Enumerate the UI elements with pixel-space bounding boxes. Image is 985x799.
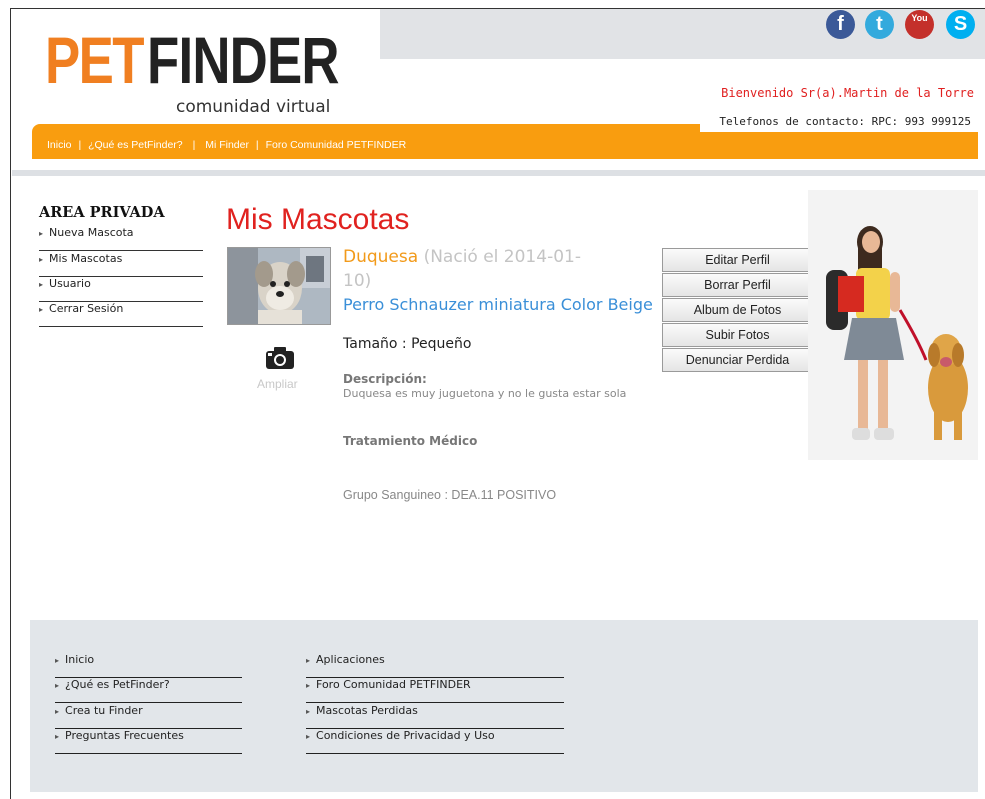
logo-pet-text[interactable]: PET (45, 22, 144, 98)
girl-with-dog-image (808, 190, 978, 464)
footer-link-label: Crea tu Finder (65, 704, 143, 717)
arrow-right-icon: ▸ (55, 656, 60, 665)
arrow-right-icon: ▸ (55, 732, 60, 741)
camera-icon[interactable] (265, 346, 295, 374)
arrow-right-icon: ▸ (39, 280, 44, 289)
skype-icon[interactable]: S (946, 10, 975, 39)
sidebar-item-label: Usuario (49, 277, 91, 290)
nav-separator: | (255, 139, 259, 151)
footer-link-foro[interactable]: ▸ Foro Comunidad PETFINDER (306, 678, 564, 703)
logo-subtitle: comunidad virtual (176, 97, 331, 117)
arrow-right-icon: ▸ (306, 732, 311, 741)
nav-item-inicio[interactable]: Inicio (47, 139, 72, 151)
sidebar-item-label: Cerrar Sesión (49, 302, 124, 315)
delete-profile-button[interactable]: Borrar Perfil (662, 273, 813, 297)
pet-size: Tamaño : Pequeño (343, 336, 472, 352)
header-divider (12, 170, 985, 176)
arrow-right-icon: ▸ (39, 229, 44, 238)
footer-link-label: Foro Comunidad PETFINDER (316, 678, 471, 691)
footer-link-crea-finder[interactable]: ▸ Crea tu Finder (55, 704, 242, 729)
nav-separator: | (192, 139, 196, 151)
nav-item-que-es[interactable]: ¿Qué es PetFinder? (88, 139, 183, 151)
footer-link-aplicaciones[interactable]: ▸ Aplicaciones (306, 653, 564, 678)
pet-birth-date-cont: 10) (343, 271, 372, 291)
pet-breed: Perro Schnauzer miniatura Color Beige (343, 295, 653, 314)
zoom-label[interactable]: Ampliar (257, 377, 298, 391)
footer-link-preguntas[interactable]: ▸ Preguntas Frecuentes (55, 729, 242, 754)
arrow-right-icon: ▸ (39, 255, 44, 264)
footer-link-mascotas-perdidas[interactable]: ▸ Mascotas Perdidas (306, 704, 564, 729)
header-gray-band (380, 9, 985, 59)
description-label: Descripción: (343, 372, 427, 386)
arrow-right-icon: ▸ (55, 681, 60, 690)
footer-link-inicio[interactable]: ▸ Inicio (55, 653, 242, 678)
youtube-icon[interactable]: You (905, 10, 934, 39)
sidebar-item-label: Mis Mascotas (49, 252, 123, 265)
logo-finder-text[interactable]: FINDER (147, 22, 340, 98)
blood-group: Grupo Sanguineo : DEA.11 POSITIVO (343, 488, 557, 502)
report-lost-button[interactable]: Denunciar Perdida (662, 348, 813, 372)
page-title: Mis Mascotas (226, 203, 410, 236)
sidebar-title: AREA PRIVADA (39, 204, 165, 221)
twitter-icon[interactable]: t (865, 10, 894, 39)
pet-photo[interactable] (227, 247, 331, 325)
sidebar-item-cerrar-sesion[interactable]: ▸ Cerrar Sesión (39, 302, 203, 327)
edit-profile-button[interactable]: Editar Perfil (662, 248, 813, 272)
sidebar-item-nueva-mascota[interactable]: ▸ Nueva Mascota (39, 226, 203, 251)
footer-link-label: Aplicaciones (316, 653, 385, 666)
facebook-icon[interactable]: f (826, 10, 855, 39)
contact-phone: Telefonos de contacto: RPC: 993 999125 (719, 115, 971, 128)
footer-link-condiciones[interactable]: ▸ Condiciones de Privacidad y Uso (306, 729, 564, 754)
treatment-label: Tratamiento Médico (343, 434, 478, 448)
nav-item-mi-finder[interactable]: Mi Finder (205, 139, 249, 151)
pet-name: Duquesa (343, 247, 419, 267)
arrow-right-icon: ▸ (306, 707, 311, 716)
sidebar-item-mis-mascotas[interactable]: ▸ Mis Mascotas (39, 252, 203, 277)
photo-album-button[interactable]: Album de Fotos (662, 298, 813, 322)
nav-separator: | (78, 139, 82, 151)
footer-link-label: Inicio (65, 653, 95, 666)
footer-link-label: Mascotas Perdidas (316, 704, 418, 717)
nav-item-foro[interactable]: Foro Comunidad PETFINDER (266, 139, 407, 151)
arrow-right-icon: ▸ (306, 656, 311, 665)
pet-name-line: Duquesa (Nació el 2014-01- (343, 247, 581, 267)
arrow-right-icon: ▸ (306, 681, 311, 690)
sidebar-item-label: Nueva Mascota (49, 226, 134, 239)
main-nav: Inicio | ¿Qué es PetFinder? | Mi Finder … (47, 139, 406, 151)
welcome-text: Bienvenido Sr(a).Martin de la Torre (721, 86, 974, 100)
description-text: Duquesa es muy juguetona y no le gusta e… (343, 387, 627, 400)
footer-link-label: ¿Qué es PetFinder? (65, 678, 170, 691)
upload-photos-button[interactable]: Subir Fotos (662, 323, 813, 347)
arrow-right-icon: ▸ (39, 305, 44, 314)
footer-link-label: Condiciones de Privacidad y Uso (316, 729, 495, 742)
footer-link-que-es[interactable]: ▸ ¿Qué es PetFinder? (55, 678, 242, 703)
sidebar-item-usuario[interactable]: ▸ Usuario (39, 277, 203, 302)
arrow-right-icon: ▸ (55, 707, 60, 716)
footer-link-label: Preguntas Frecuentes (65, 729, 184, 742)
pet-birth-date: (Nació el 2014-01- (423, 247, 581, 267)
